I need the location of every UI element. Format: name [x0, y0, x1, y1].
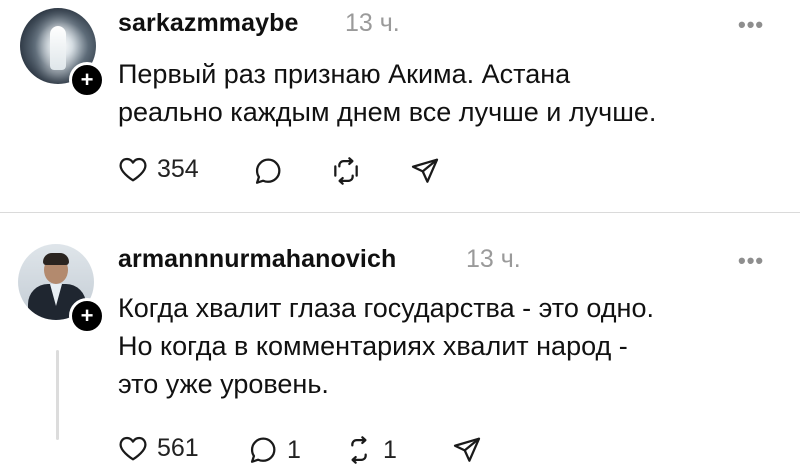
share-icon — [453, 437, 481, 462]
post-text: Когда хвалит глаза государства - это одн… — [118, 289, 654, 403]
post-2: + armannnurmahanovich 13 ч. ••• Когда хв… — [0, 0, 800, 464]
comment-icon — [250, 437, 276, 463]
like-count: 561 — [157, 433, 199, 462]
heart-icon — [119, 436, 147, 461]
username[interactable]: armannnurmahanovich — [118, 245, 396, 274]
share-button[interactable] — [451, 434, 483, 466]
like-button[interactable]: 561 — [117, 432, 199, 464]
thread-line — [56, 350, 59, 440]
repost-count: 1 — [383, 435, 397, 464]
action-bar: 561 1 1 — [117, 432, 517, 472]
more-horizontal-icon[interactable]: ••• — [738, 248, 764, 274]
follow-plus-icon[interactable]: + — [69, 298, 105, 334]
post-text-line: это уже уровень. — [118, 369, 329, 399]
repost-icon — [351, 436, 367, 464]
post-text-line: Когда хвалит глаза государства - это одн… — [118, 293, 654, 323]
avatar-hair — [43, 253, 69, 265]
post-text-line: Но когда в комментариях хвалит народ - — [118, 331, 628, 361]
repost-button[interactable]: 1 — [343, 434, 397, 466]
timestamp: 13 ч. — [466, 245, 521, 273]
reply-button[interactable]: 1 — [247, 434, 301, 466]
reply-count: 1 — [287, 435, 301, 464]
